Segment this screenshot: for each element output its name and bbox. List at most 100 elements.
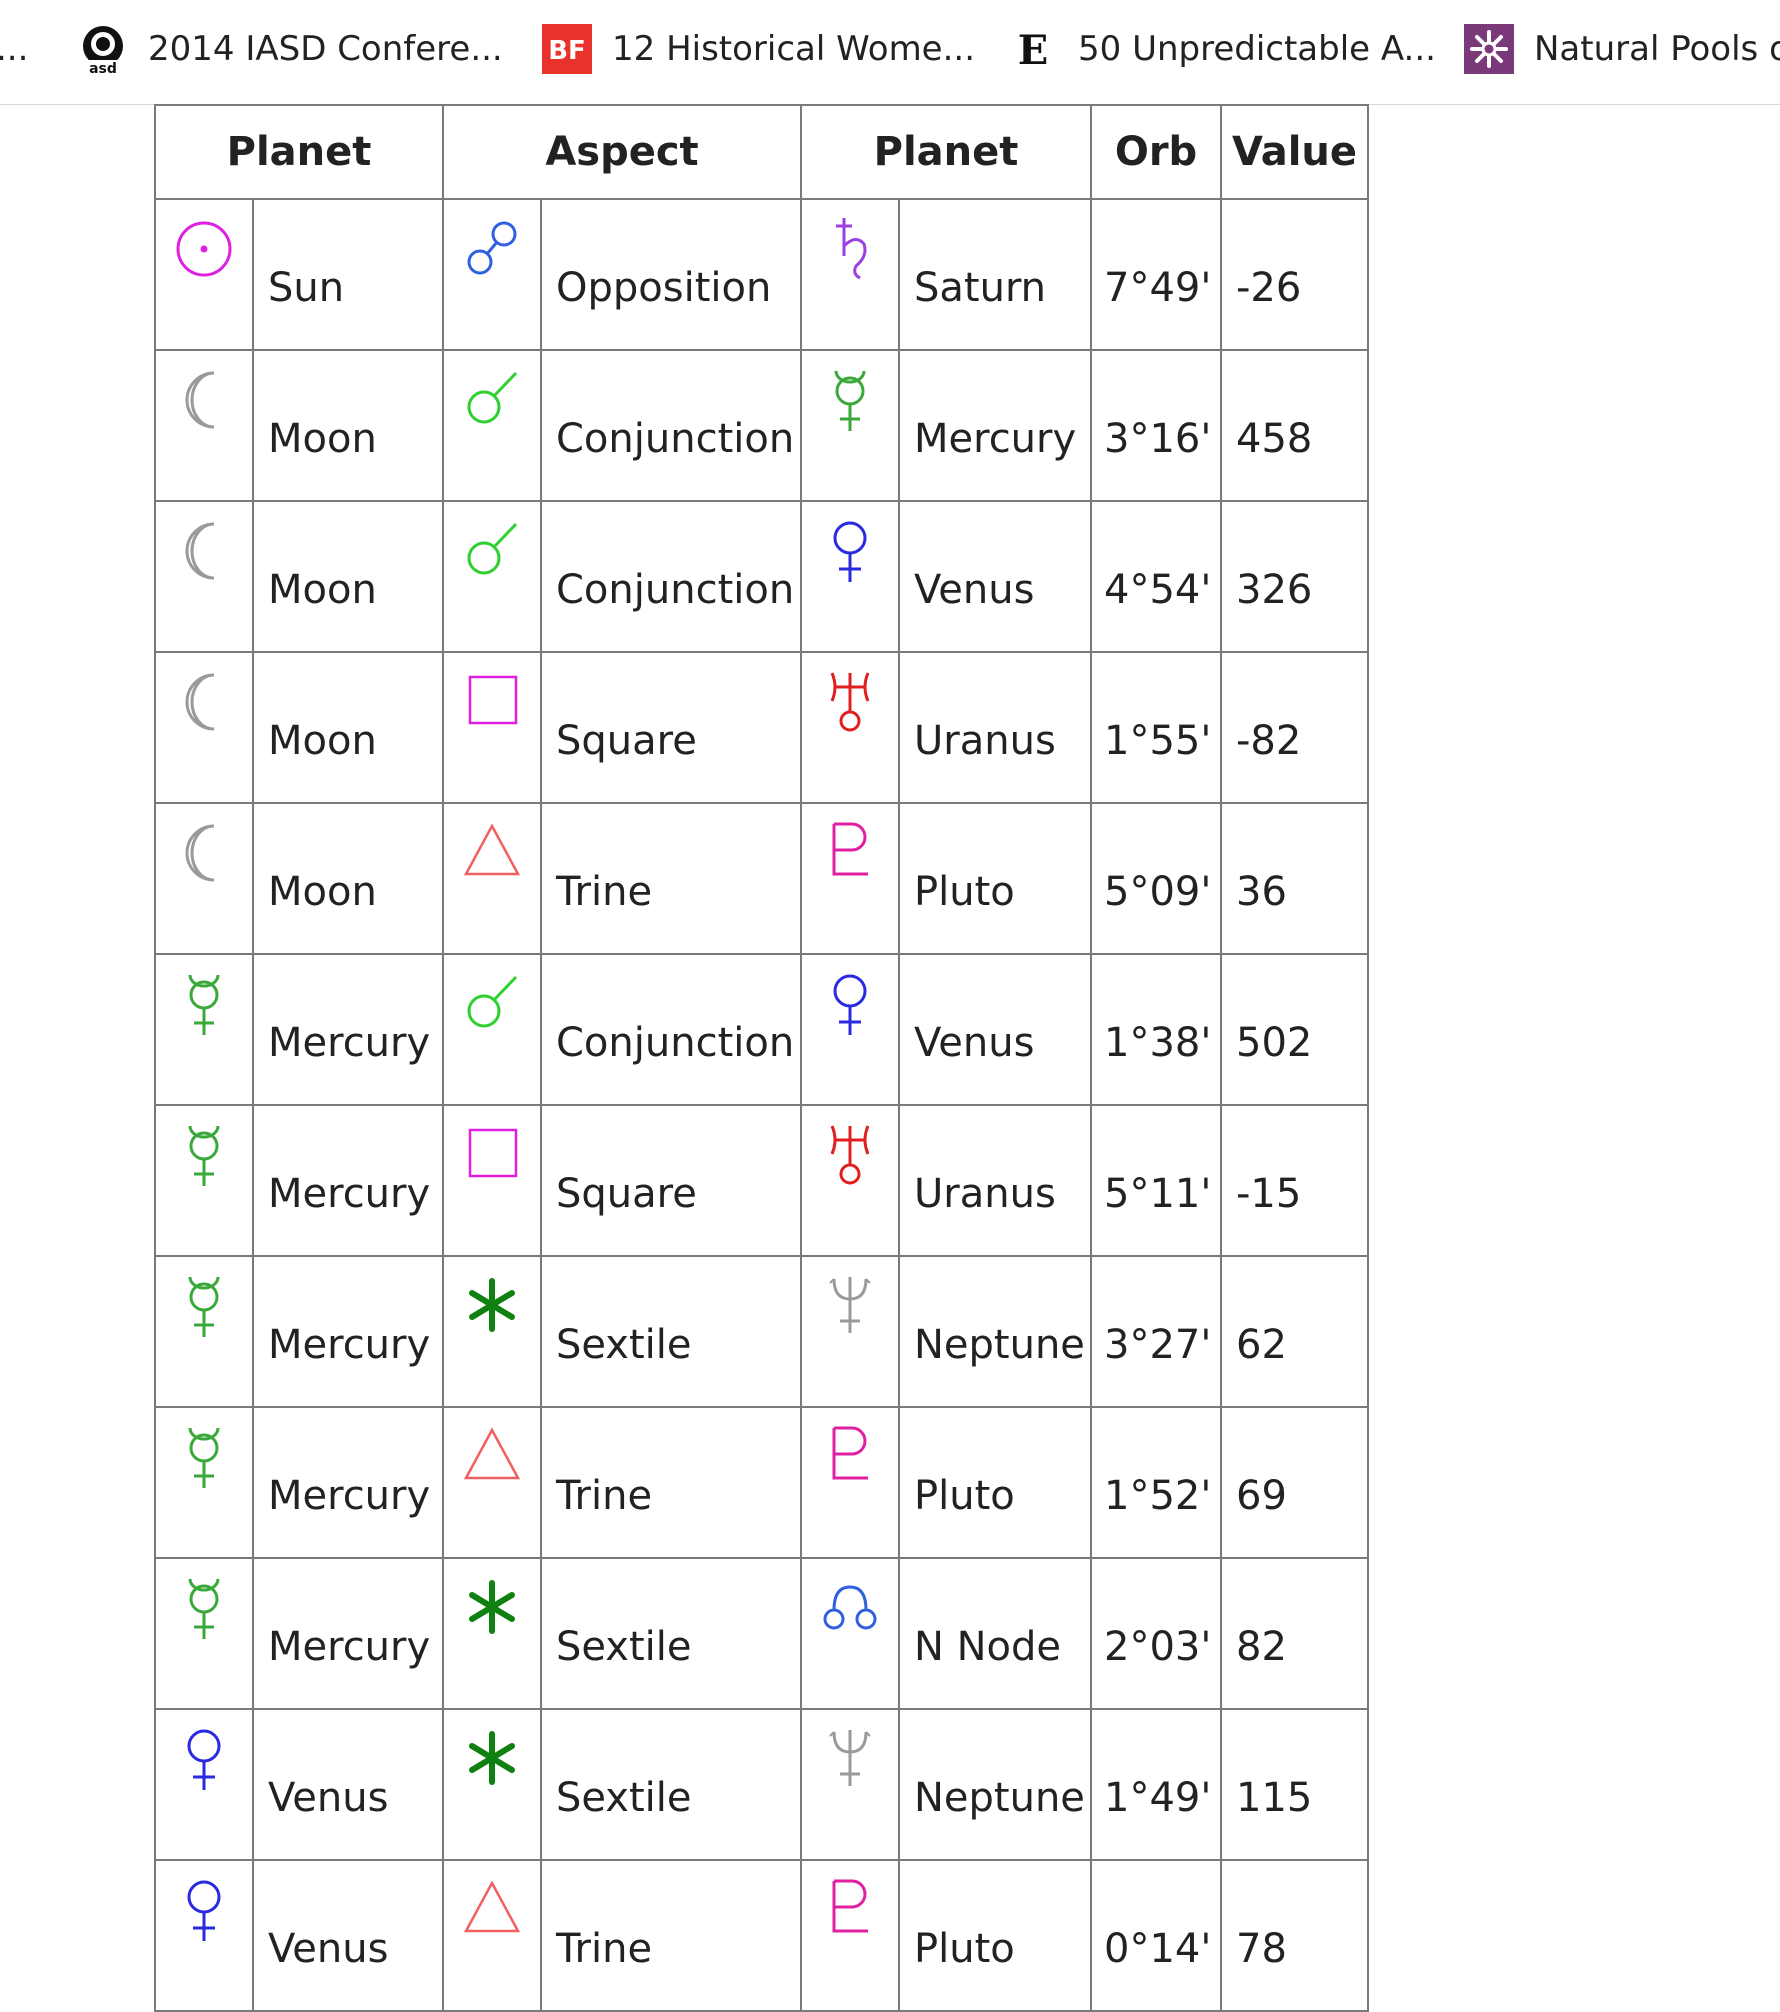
iasd-logo-icon: asd [78,24,128,77]
conjunction-icon [462,518,522,584]
aspect-value: 326 [1220,500,1369,653]
planet-1-name: Moon [252,802,444,955]
orb-value: 1°38' [1090,953,1222,1106]
bookmark-partial[interactable]: ... [0,24,28,74]
table-row: Moon Square Uranus 1°55' -82 [154,651,1369,804]
planet-2-name: Neptune [898,1255,1092,1408]
trine-icon [462,1877,522,1943]
bf-logo-icon: BF [542,24,592,74]
bookmark-label: 50 Unpredictable A... [1078,29,1436,69]
moon-icon [174,518,234,584]
aspect-name: Trine [540,1406,802,1559]
planet-1-name: Moon [252,651,444,804]
planet-2-symbol-cell [800,953,900,1106]
table-row: Moon Conjunction Venus 4°54' 326 [154,500,1369,653]
aspects-table: Planet Aspect Planet Orb Value Sun Opposi… [154,104,1369,2012]
header-orb: Orb [1090,104,1222,200]
svg-text:BF: BF [548,36,586,66]
planet-1-symbol-cell [154,802,254,955]
planet-1-name: Mercury [252,1255,444,1408]
aspect-name: Sextile [540,1255,802,1408]
orb-value: 1°49' [1090,1708,1222,1861]
aspect-name: Conjunction [540,500,802,653]
bookmark-label: 2014 IASD Confere... [148,29,503,69]
orb-value: 1°55' [1090,651,1222,804]
planet-1-name: Moon [252,349,444,502]
orb-value: 1°52' [1090,1406,1222,1559]
orb-value: 5°11' [1090,1104,1222,1257]
orb-value: 4°54' [1090,500,1222,653]
opposition-icon [462,216,522,282]
aspect-name: Conjunction [540,953,802,1106]
planet-2-symbol-cell [800,1557,900,1710]
aspect-name: Sextile [540,1708,802,1861]
planet-1-symbol-cell [154,1406,254,1559]
planet-1-symbol-cell [154,1708,254,1861]
aspect-symbol-cell [442,802,542,955]
bookmark-iasd[interactable]: asd 2014 IASD Confere... [78,24,503,77]
bookmark-label: ... [0,29,29,69]
header-planet-2: Planet [800,104,1092,200]
planet-1-name: Mercury [252,1406,444,1559]
aspect-name: Opposition [540,198,802,351]
planet-1-name: Mercury [252,1557,444,1710]
planet-1-symbol-cell [154,1859,254,2012]
aspect-value: 36 [1220,802,1369,955]
aspect-value: 78 [1220,1859,1369,2012]
orb-value: 3°27' [1090,1255,1222,1408]
venus-icon [174,1726,234,1792]
sextile-icon [462,1273,522,1339]
header-planet: Planet [154,104,444,200]
aspect-value: -82 [1220,651,1369,804]
trine-icon [462,820,522,886]
planet-2-symbol-cell [800,651,900,804]
bookmark-natural-pools[interactable]: Natural Pools o [1464,24,1780,74]
saturn-icon [820,216,880,282]
aspect-symbol-cell [442,349,542,502]
square-icon [462,669,522,735]
planet-2-name: Pluto [898,1406,1092,1559]
venus-icon [820,971,880,1037]
orb-value: 2°03' [1090,1557,1222,1710]
table-header-row: Planet Aspect Planet Orb Value [154,104,1369,200]
aspect-value: 82 [1220,1557,1369,1710]
aspect-value: 62 [1220,1255,1369,1408]
e-logo-icon: E [1008,24,1058,74]
table-row: Mercury Conjunction Venus 1°38' 502 [154,953,1369,1106]
aspect-value: -15 [1220,1104,1369,1257]
planet-1-name: Venus [252,1708,444,1861]
orb-value: 0°14' [1090,1859,1222,2012]
mercury-icon [174,1273,234,1339]
uranus-icon [820,669,880,735]
planet-2-symbol-cell [800,1406,900,1559]
bookmark-e[interactable]: E 50 Unpredictable A... [1008,24,1436,74]
table-row: Mercury Sextile N Node 2°03' 82 [154,1557,1369,1710]
planet-2-name: Neptune [898,1708,1092,1861]
aspect-value: 502 [1220,953,1369,1106]
planet-1-name: Mercury [252,1104,444,1257]
aspect-symbol-cell [442,1406,542,1559]
sextile-icon [462,1575,522,1641]
venus-icon [174,1877,234,1943]
planet-2-name: Venus [898,953,1092,1106]
venus-icon [820,518,880,584]
aspect-symbol-cell [442,198,542,351]
planet-2-name: Uranus [898,1104,1092,1257]
trine-icon [462,1424,522,1490]
header-aspect: Aspect [442,104,802,200]
north-node-icon [820,1575,880,1641]
svg-text:E: E [1018,27,1049,74]
pluto-icon [820,820,880,886]
bookmark-bf[interactable]: BF 12 Historical Wome... [542,24,975,74]
neptune-icon [820,1273,880,1339]
square-icon [462,1122,522,1188]
planet-1-symbol-cell [154,198,254,351]
table-row: Mercury Sextile Neptune 3°27' 62 [154,1255,1369,1408]
planet-2-name: Saturn [898,198,1092,351]
moon-icon [174,669,234,735]
aspect-symbol-cell [442,1255,542,1408]
orb-value: 3°16' [1090,349,1222,502]
planet-1-name: Mercury [252,953,444,1106]
snowflake-logo-icon [1464,24,1514,74]
pluto-icon [820,1877,880,1943]
